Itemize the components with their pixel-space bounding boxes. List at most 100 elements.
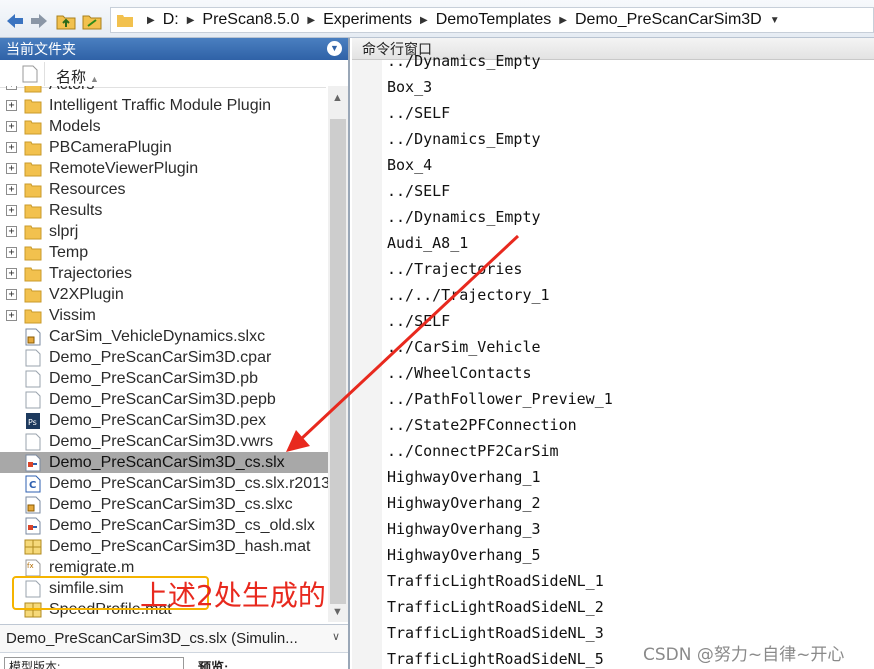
file-list[interactable]: + Actors + Intelligent Traffic Module Plugi… [0, 86, 328, 622]
command-window[interactable]: 命令行窗口 ../Dynamics_Empty Box_3 ../SELF ../Dy… [352, 38, 874, 669]
file-type-icon [22, 65, 38, 83]
file-row[interactable]: Demo_PreScanCarSim3D_cs.slx [0, 452, 328, 473]
column-name[interactable]: 名称 ▲ [56, 66, 99, 87]
folder-icon [24, 183, 42, 197]
expand-icon[interactable]: + [6, 205, 17, 216]
folder-icon [24, 309, 42, 323]
folder-row[interactable]: + Results [0, 200, 328, 221]
file-icon [25, 433, 41, 450]
scrollbar-thumb[interactable] [330, 119, 346, 604]
file-row[interactable]: Demo_PreScanCarSim3D.pepb [0, 389, 328, 410]
up-folder-icon[interactable] [56, 11, 76, 31]
simulink-cache-icon [25, 328, 41, 345]
vertical-scrollbar[interactable]: ▲ ▼ [328, 86, 348, 622]
command-output-line: ../WheelContacts [387, 364, 532, 382]
command-gutter [352, 60, 382, 669]
command-output-line: ../../Trajectory_1 [387, 286, 550, 304]
file-icon [25, 349, 41, 366]
folder-icon [117, 14, 133, 27]
expand-icon[interactable]: + [6, 289, 17, 300]
folder-row[interactable]: + Models [0, 116, 328, 137]
file-name: Results [49, 201, 103, 219]
expand-icon[interactable]: + [6, 86, 17, 90]
breadcrumb-segment[interactable]: DemoTemplates [436, 11, 552, 29]
file-name: Demo_PreScanCarSim3D_cs_old.slx [49, 516, 315, 534]
folder-row[interactable]: + PBCameraPlugin [0, 137, 328, 158]
breadcrumb-segment[interactable]: Experiments [323, 11, 412, 29]
file-name: Demo_PreScanCarSim3D_hash.mat [49, 537, 311, 555]
file-name: Resources [49, 180, 126, 198]
expand-icon[interactable]: + [6, 247, 17, 258]
chevron-right-icon[interactable]: ▼ [770, 15, 780, 26]
forward-icon[interactable] [29, 11, 49, 31]
command-output-line: ../Dynamics_Empty [387, 208, 541, 226]
folder-row[interactable]: + RemoteViewerPlugin [0, 158, 328, 179]
panel-title: 当前文件夹 [6, 41, 76, 57]
browse-folder-icon[interactable] [82, 11, 102, 31]
scroll-down-icon[interactable]: ▼ [332, 606, 343, 618]
breadcrumb-segment[interactable]: PreScan8.5.0 [202, 11, 299, 29]
folder-row[interactable]: + slprj [0, 221, 328, 242]
folder-icon [24, 246, 42, 260]
file-row[interactable]: Demo_PreScanCarSim3D_cs_old.slx [0, 515, 328, 536]
folder-row[interactable]: + V2XPlugin [0, 284, 328, 305]
simulink-cache-icon [25, 496, 41, 513]
expand-icon[interactable]: + [6, 100, 17, 111]
scroll-up-icon[interactable]: ▲ [332, 92, 343, 104]
command-output-line: HighwayOverhang_3 [387, 520, 541, 538]
mat-file-icon [24, 539, 42, 554]
column-header: 名称 ▲ [0, 60, 326, 88]
file-name: PBCameraPlugin [49, 138, 172, 156]
file-row[interactable]: Demo_PreScanCarSim3D.pb [0, 368, 328, 389]
folder-row[interactable]: + Trajectories [0, 263, 328, 284]
expand-icon[interactable]: + [6, 226, 17, 237]
breadcrumb[interactable]: ▶ D: ▶ PreScan8.5.0 ▶ Experiments ▶ Demo… [110, 7, 874, 33]
file-name: Demo_PreScanCarSim3D.cpar [49, 348, 272, 366]
command-output-line: ../Dynamics_Empty [387, 52, 541, 70]
folder-icon [24, 267, 42, 281]
folder-row[interactable]: + Intelligent Traffic Module Plugin [0, 95, 328, 116]
expand-icon[interactable]: + [6, 268, 17, 279]
command-output-line: ../SELF [387, 312, 451, 330]
file-row[interactable]: Demo_PreScanCarSim3D_cs.slxc [0, 494, 328, 515]
svg-text:C: C [29, 480, 36, 491]
file-name: Demo_PreScanCarSim3D.pex [49, 411, 266, 429]
panel-menu-icon[interactable]: ▼ [327, 41, 342, 56]
command-output-line: ../ConnectPF2CarSim [387, 442, 559, 460]
file-row[interactable]: Demo_PreScanCarSim3D_hash.mat [0, 536, 328, 557]
expand-icon[interactable]: + [6, 142, 17, 153]
details-label: Demo_PreScanCarSim3D_cs.slx (Simulin... [6, 630, 298, 647]
file-row[interactable]: CarSim_VehicleDynamics.slxc [0, 326, 328, 347]
file-row[interactable]: Demo_PreScanCarSim3D.vwrs [0, 431, 328, 452]
file-row[interactable]: Demo_PreScanCarSim3D.cpar [0, 347, 328, 368]
breadcrumb-segment[interactable]: Demo_PreScanCarSim3D [575, 11, 762, 29]
folder-row[interactable]: + Actors [0, 86, 328, 95]
file-row[interactable]: C Demo_PreScanCarSim3D_cs.slx.r2013b [0, 473, 328, 494]
sort-ascending-icon: ▲ [90, 74, 99, 84]
simulink-model-icon [25, 517, 41, 534]
chevron-down-icon[interactable]: ∨ [332, 630, 340, 643]
command-output-line: ../Trajectories [387, 260, 523, 278]
file-name: remigrate.m [49, 558, 135, 576]
chevron-right-icon: ▶ [186, 14, 195, 26]
model-version-label: 模型版本: [4, 657, 184, 669]
preview-label: 预览: [198, 660, 229, 669]
folder-row[interactable]: + Resources [0, 179, 328, 200]
command-output-line: ../SELF [387, 182, 451, 200]
command-output-line: ../PathFollower_Preview_1 [387, 390, 613, 408]
expand-icon[interactable]: + [6, 310, 17, 321]
folder-row[interactable]: + Temp [0, 242, 328, 263]
folder-icon [24, 86, 42, 92]
expand-icon[interactable]: + [6, 184, 17, 195]
command-output[interactable]: ../Dynamics_Empty Box_3 ../SELF ../Dynamics… [387, 52, 874, 669]
file-row[interactable]: Ps Demo_PreScanCarSim3D.pex [0, 410, 328, 431]
breadcrumb-drive[interactable]: D: [163, 11, 179, 29]
command-output-line: Box_4 [387, 156, 433, 174]
file-name: Demo_PreScanCarSim3D_cs.slx.r2013b [49, 474, 328, 492]
expand-icon[interactable]: + [6, 163, 17, 174]
folder-row[interactable]: + Vissim [0, 305, 328, 326]
folder-icon [24, 120, 42, 134]
back-icon[interactable] [5, 11, 25, 31]
expand-icon[interactable]: + [6, 121, 17, 132]
details-bar[interactable]: Demo_PreScanCarSim3D_cs.slx (Simulin... … [0, 624, 348, 652]
